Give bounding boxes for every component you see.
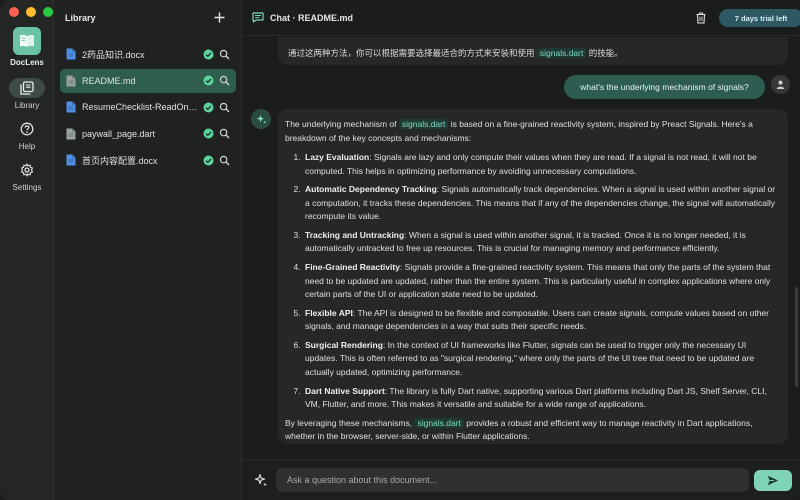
inline-code: signals.dart — [398, 119, 449, 129]
file-name: ResumeChecklist-ReadOnly.docx — [82, 102, 199, 112]
file-row[interactable]: 首页内容配置.docx — [60, 148, 236, 172]
nav-rail: DocLens Library Help Settings — [0, 0, 54, 500]
rail-icon-wrap — [9, 160, 45, 180]
list-item: Surgical Rendering: In the context of UI… — [303, 339, 778, 380]
search-icon[interactable] — [219, 128, 230, 139]
library-sidebar: Library 2药品知识.docx README.md ResumeCheckli… — [54, 0, 242, 500]
chat-panel: Chat · README.md 7 days trial left 通过这两种… — [242, 0, 800, 500]
file-row[interactable]: 2药品知识.docx — [60, 42, 236, 66]
trial-badge[interactable]: 7 days trial left — [719, 9, 800, 27]
chat-header: Chat · README.md 7 days trial left — [242, 0, 800, 36]
answer-text: By leveraging these mechanisms, — [285, 417, 415, 428]
check-circle-icon — [203, 49, 214, 59]
minimize-window-button[interactable] — [26, 7, 36, 17]
close-window-button[interactable] — [9, 7, 19, 17]
window-controls — [9, 7, 53, 17]
list-item-title: Lazy Evaluation — [305, 152, 370, 162]
rail-item-settings[interactable]: Settings — [6, 160, 48, 192]
sparkle-icon — [256, 114, 266, 124]
answer-text: The underlying mechanism of — [285, 119, 399, 129]
file-row[interactable]: paywall_page.dart — [60, 122, 236, 146]
plus-icon — [214, 12, 224, 22]
list-item-title: Flexible API — [305, 307, 353, 318]
search-icon[interactable] — [219, 49, 230, 60]
list-item-title: Surgical Rendering — [305, 339, 383, 350]
file-list: 2药品知识.docx README.md ResumeChecklist-ReadO… — [60, 42, 236, 175]
rail-active-indicator — [9, 78, 45, 98]
gear-icon — [20, 163, 34, 177]
app-window: DocLens Library Help Settings Library 2药… — [0, 0, 800, 500]
assistant-message-bubble: The underlying mechanism of signals.dart… — [278, 109, 788, 444]
list-item-title: Automatic Dependency Tracking — [305, 184, 437, 195]
previous-answer-text: 通过这两种方法，你可以根据需要选择最适合的方式来安装和使用 — [288, 48, 537, 58]
check-circle-icon — [203, 155, 214, 165]
inline-code: signals.dart — [414, 417, 464, 428]
book-icon — [20, 34, 34, 47]
message-list: 通过这两种方法，你可以根据需要选择最适合的方式来安装和使用 signals.da… — [242, 37, 800, 459]
check-circle-icon — [203, 75, 214, 86]
add-document-button[interactable] — [212, 10, 226, 24]
file-name: paywall_page.dart — [82, 128, 156, 139]
message-scrollbar[interactable] — [795, 287, 798, 387]
file-row[interactable]: ResumeChecklist-ReadOnly.docx — [60, 95, 236, 119]
rail-label-library: Library — [14, 101, 40, 110]
search-icon[interactable] — [219, 102, 230, 113]
file-name: 首页内容配置.docx — [82, 155, 158, 166]
list-item: Fine-Grained Reactivity: Signals provide… — [303, 261, 778, 302]
check-circle-icon — [203, 128, 214, 139]
search-icon[interactable] — [219, 75, 230, 86]
list-item-text: : The API is designed to be flexible and… — [305, 307, 769, 332]
help-icon — [20, 122, 34, 136]
document-icon — [66, 101, 76, 113]
chat-title: Chat · README.md — [270, 13, 353, 23]
previous-answer-bubble: 通过这两种方法，你可以根据需要选择最适合的方式来安装和使用 signals.da… — [278, 37, 788, 65]
chat-input-bar — [242, 459, 800, 500]
app-name: DocLens — [10, 58, 44, 67]
list-item: Automatic Dependency Tracking: Signals a… — [303, 183, 778, 224]
list-item: Lazy Evaluation: Signals are lazy and on… — [303, 151, 778, 178]
person-icon — [776, 80, 785, 89]
rail-label-settings: Settings — [12, 183, 42, 192]
rail-item-help[interactable]: Help — [6, 119, 48, 151]
search-icon[interactable] — [219, 155, 230, 166]
list-item-title: Dart Native Support — [305, 385, 385, 396]
document-icon — [66, 128, 76, 139]
send-button[interactable] — [754, 470, 792, 491]
list-item-title: Tracking and Untracking — [305, 229, 405, 240]
document-icon — [66, 75, 76, 86]
list-item-title: Fine-Grained Reactivity — [305, 262, 400, 273]
document-icon — [66, 48, 76, 60]
answer-intro: The underlying mechanism of signals.dart… — [285, 118, 778, 145]
app-logo — [13, 27, 41, 55]
previous-answer-text: 的技能。 — [586, 48, 623, 58]
answer-list: Lazy Evaluation: Signals are lazy and on… — [285, 151, 778, 412]
file-row[interactable]: README.md — [60, 68, 236, 93]
assistant-avatar — [251, 109, 271, 129]
sidebar-title: Library — [65, 13, 96, 23]
list-item: Tracking and Untracking: When a signal i… — [303, 229, 778, 256]
send-icon — [767, 475, 779, 486]
list-item-text: : Signals are lazy and only compute thei… — [305, 152, 757, 176]
sparkle-icon[interactable] — [254, 473, 268, 487]
list-item: Flexible API: The API is designed to be … — [303, 307, 778, 334]
rail-icon-wrap — [9, 119, 45, 139]
file-name: README.md — [82, 75, 136, 86]
user-avatar — [771, 75, 790, 94]
maximize-window-button[interactable] — [43, 7, 53, 17]
user-message-bubble: what's the underlying mechanism of signa… — [564, 75, 765, 99]
inline-code: signals.dart — [536, 48, 587, 58]
answer-outro: By leveraging these mechanisms, signals.… — [285, 417, 778, 444]
file-name: 2药品知识.docx — [82, 49, 145, 60]
document-icon — [66, 154, 76, 166]
list-item: Dart Native Support: The library is full… — [303, 385, 778, 412]
rail-item-library[interactable]: Library — [6, 78, 48, 110]
rail-label-help: Help — [18, 142, 36, 151]
library-icon — [20, 81, 34, 95]
check-circle-icon — [203, 102, 214, 112]
ask-question-input[interactable] — [276, 468, 749, 492]
trash-icon[interactable] — [696, 12, 706, 24]
chat-icon — [252, 12, 264, 23]
